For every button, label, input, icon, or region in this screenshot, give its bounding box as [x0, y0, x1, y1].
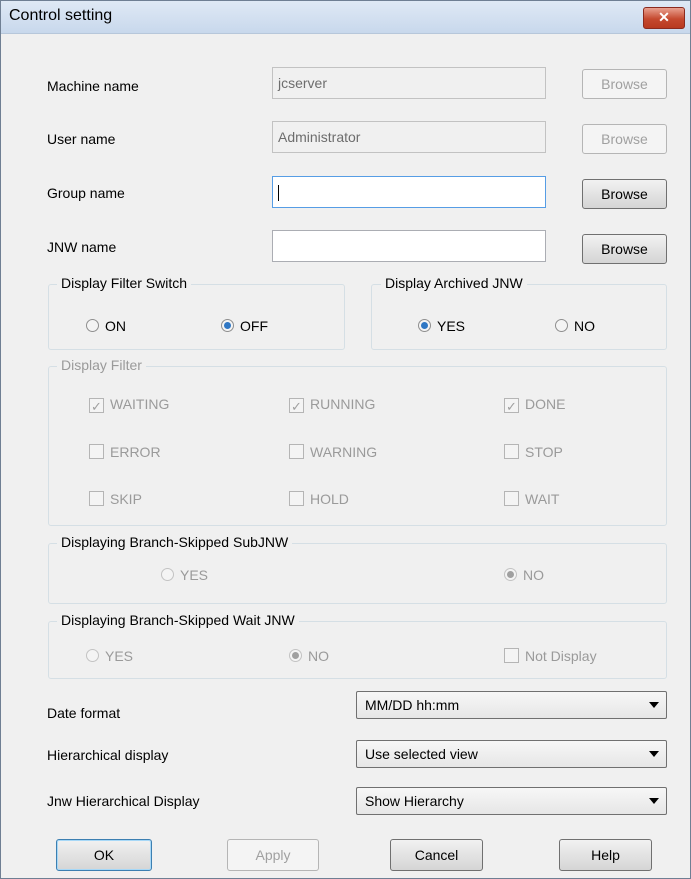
jnw-name-input[interactable]: [272, 230, 546, 262]
dropdown-arrow-icon: [649, 751, 659, 757]
machine-browse-button: Browse: [582, 69, 667, 99]
checkmark-icon: ✓: [289, 398, 304, 414]
display-filter-title: Display Filter: [57, 357, 146, 373]
checkmark-icon: ✓: [89, 398, 104, 414]
branch-wait-no-radio: NO: [289, 648, 329, 664]
filter-stop-checkbox: STOP: [504, 444, 563, 460]
radio-icon: [86, 649, 99, 662]
date-format-value: MM/DD hh:mm: [365, 697, 460, 713]
date-format-label: Date format: [47, 705, 121, 721]
machine-name-field: jcserver: [272, 67, 546, 99]
filter-hold-checkbox: HOLD: [289, 491, 349, 507]
radio-icon: [86, 319, 99, 332]
branch-skipped-wait-title: Displaying Branch-Skipped Wait JNW: [57, 612, 299, 628]
group-browse-button[interactable]: Browse: [582, 179, 667, 209]
filter-warning-checkbox: WARNING: [289, 444, 377, 460]
branch-skipped-sub-group: [48, 543, 667, 604]
group-name-label: Group name: [47, 185, 125, 201]
checkbox-icon: [289, 491, 304, 506]
filter-wait-checkbox: WAIT: [504, 491, 559, 507]
filter-error-checkbox: ERROR: [89, 444, 161, 460]
radio-selected-icon: [289, 649, 302, 662]
date-format-select[interactable]: MM/DD hh:mm: [356, 691, 667, 719]
display-filter-switch-group: [48, 284, 345, 350]
display-archived-group: [371, 284, 667, 350]
radio-selected-icon: [418, 319, 431, 332]
radio-icon: [161, 568, 174, 581]
filter-switch-off-radio[interactable]: OFF: [221, 318, 268, 334]
branch-sub-no-radio: NO: [504, 567, 544, 583]
close-button[interactable]: ✕: [643, 7, 685, 29]
checkbox-icon: [89, 491, 104, 506]
filter-running-checkbox: ✓ RUNNING: [289, 396, 375, 414]
hierarchical-display-value: Use selected view: [365, 746, 478, 762]
user-name-label: User name: [47, 131, 116, 147]
radio-icon: [555, 319, 568, 332]
group-name-input[interactable]: [272, 176, 546, 208]
ok-button[interactable]: OK: [56, 839, 152, 871]
jnw-name-label: JNW name: [47, 239, 117, 255]
dropdown-arrow-icon: [649, 702, 659, 708]
close-icon: ✕: [658, 9, 670, 25]
control-setting-dialog: Control setting ✕ Machine name jcserver …: [0, 0, 691, 879]
text-caret: [278, 185, 279, 202]
user-name-field: Administrator: [272, 121, 546, 153]
cancel-button[interactable]: Cancel: [390, 839, 483, 871]
filter-skip-checkbox: SKIP: [89, 491, 142, 507]
jnw-browse-button[interactable]: Browse: [582, 234, 667, 264]
checkbox-icon: [89, 444, 104, 459]
machine-name-label: Machine name: [47, 78, 139, 94]
branch-wait-yes-radio: YES: [86, 648, 133, 664]
archived-no-radio[interactable]: NO: [555, 318, 595, 334]
display-archived-title: Display Archived JNW: [381, 275, 527, 291]
dropdown-arrow-icon: [649, 798, 659, 804]
jnw-hierarchical-display-label: Jnw Hierarchical Display: [47, 793, 200, 809]
filter-done-checkbox: ✓ DONE: [504, 396, 565, 414]
checkbox-icon: [504, 491, 519, 506]
hierarchical-display-label: Hierarchical display: [47, 747, 169, 763]
display-filter-switch-title: Display Filter Switch: [57, 275, 192, 291]
jnw-hierarchical-display-select[interactable]: Show Hierarchy: [356, 787, 667, 815]
radio-selected-icon: [221, 319, 234, 332]
title-bar[interactable]: Control setting ✕: [1, 1, 690, 34]
checkbox-icon: [504, 444, 519, 459]
checkbox-icon: [289, 444, 304, 459]
user-browse-button: Browse: [582, 124, 667, 154]
apply-button: Apply: [227, 839, 319, 871]
archived-yes-radio[interactable]: YES: [418, 318, 465, 334]
help-button[interactable]: Help: [559, 839, 652, 871]
branch-sub-yes-radio: YES: [161, 567, 208, 583]
radio-selected-icon: [504, 568, 517, 581]
checkmark-icon: ✓: [504, 398, 519, 414]
not-display-checkbox: Not Display: [504, 648, 597, 664]
filter-switch-on-radio[interactable]: ON: [86, 318, 126, 334]
jnw-hierarchical-display-value: Show Hierarchy: [365, 793, 464, 809]
window-title: Control setting: [9, 7, 113, 24]
hierarchical-display-select[interactable]: Use selected view: [356, 740, 667, 768]
filter-waiting-checkbox: ✓ WAITING: [89, 396, 169, 414]
checkbox-icon: [504, 648, 519, 663]
branch-skipped-sub-title: Displaying Branch-Skipped SubJNW: [57, 534, 293, 550]
